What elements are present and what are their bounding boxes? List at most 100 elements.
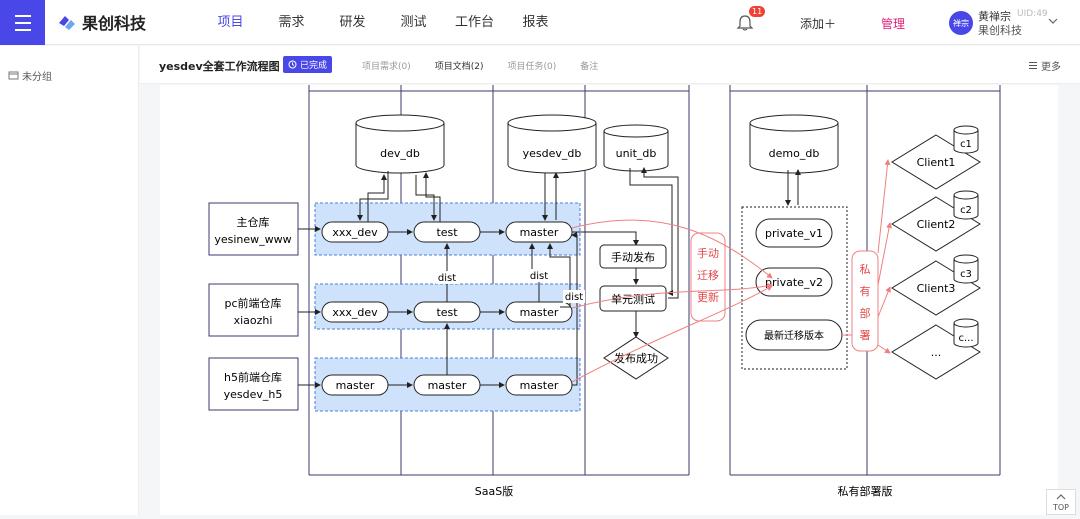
migrate-note: 手动 迁移 更新 (690, 232, 726, 322)
add-button[interactable]: 添加＋ (800, 15, 836, 32)
repo-pc-name: pc前端仓库 (224, 296, 281, 310)
list-icon (1029, 62, 1037, 69)
nav-item-test[interactable]: 测试 (383, 0, 444, 45)
doc-tabs: 项目需求(0) 项目文档(2) 项目任务(0) 备注 (362, 59, 598, 72)
client-4-db: c... (958, 333, 973, 344)
repo-h5-name: h5前端仓库 (224, 370, 282, 384)
top-bar: 果创科技 项目 需求 研发 测试 工作台 报表 11 添加＋ 管理 禅宗 黄禅宗… (0, 0, 1080, 45)
row3-branch-3: master (520, 379, 559, 392)
nav-item-workbench[interactable]: 工作台 (444, 0, 505, 45)
row2-branch-3: master (520, 306, 559, 319)
version-1: private_v1 (765, 227, 823, 240)
row1-branches: xxx_dev test master (321, 221, 573, 243)
logo-text: 果创科技 (82, 14, 147, 33)
sidebar-item-ungrouped[interactable]: 未分组 (8, 68, 52, 83)
sidebar-item-label: 未分组 (22, 72, 52, 83)
repo-h5-sub: yesdev_h5 (224, 388, 283, 401)
row3-branch-1: master (336, 379, 375, 392)
client-3: Client3 c3 (891, 254, 981, 316)
tab-notes[interactable]: 备注 (580, 59, 598, 72)
deploy-note-2: 有 (860, 284, 871, 298)
deploy-note-4: 署 (860, 329, 871, 342)
nav-item-report[interactable]: 报表 (505, 0, 566, 45)
migrate-note-1: 手动 (697, 246, 719, 260)
repo-pc-sub: xiaozhi (234, 314, 273, 327)
db-unit: unit_db (603, 124, 669, 172)
workflow-diagram: dev_db yesdev_db unit_db demo_db 主仓库 yes… (208, 85, 1001, 498)
step-unit-test: 单元测试 (611, 293, 655, 306)
logo[interactable]: 果创科技 (56, 10, 146, 34)
client-2-db: c2 (960, 205, 972, 216)
scroll-top-label: TOP (1052, 503, 1069, 512)
dist-label-1: dist (438, 273, 456, 284)
db-yesdev: yesdev_db (507, 114, 597, 174)
repo-pc: pc前端仓库 xiaozhi (208, 283, 299, 337)
row1-branch-3: master (520, 226, 559, 239)
doc-header: yesdev全套工作流程图 已完成 项目需求(0) 项目文档(2) 项目任务(0… (140, 46, 1080, 84)
version-2: private_v2 (765, 276, 823, 289)
status-badge[interactable]: 已完成 (283, 56, 333, 73)
deploy-note-3: 部 (860, 306, 871, 320)
repo-h5: h5前端仓库 yesdev_h5 (208, 357, 299, 411)
dist-label-3: dist (565, 292, 583, 303)
migrate-note-3: 更新 (697, 290, 719, 304)
repo-main-name: 主仓库 (237, 215, 270, 229)
chevron-down-icon[interactable] (1048, 16, 1058, 26)
folder-icon (8, 71, 19, 80)
nav-item-project[interactable]: 项目 (200, 0, 261, 45)
client-2-label: Client2 (917, 218, 956, 231)
row3-branch-2: master (428, 379, 467, 392)
client-3-label: Client3 (917, 282, 956, 295)
row2-branch-2: test (436, 306, 458, 319)
sidebar: 未分组 (0, 46, 139, 515)
clock-icon (288, 60, 297, 69)
status-label: 已完成 (300, 61, 328, 71)
user-company: 果创科技 (978, 24, 1022, 37)
row1-branch-2: test (436, 226, 458, 239)
nav-item-requirement[interactable]: 需求 (261, 0, 322, 45)
db-dev-label: dev_db (380, 147, 420, 160)
diagram-canvas: dev_db yesdev_db unit_db demo_db 主仓库 yes… (160, 85, 1058, 515)
deploy-note: 私 有 部 署 (851, 250, 879, 352)
section-saas-label: SaaS版 (475, 484, 513, 498)
more-button[interactable]: 更多 (1028, 58, 1061, 73)
user-uid: UID:49 (1017, 9, 1048, 19)
menu-icon[interactable] (0, 0, 45, 45)
row2-branches: xxx_dev test master (321, 301, 573, 323)
manage-link[interactable]: 管理 (881, 15, 905, 32)
db-demo: demo_db (749, 114, 839, 174)
scroll-top-button[interactable]: TOP (1046, 489, 1076, 515)
repo-main: 主仓库 yesinew_www (208, 202, 299, 256)
deploy-note-1: 私 (860, 263, 871, 276)
step-release-success: 发布成功 (614, 351, 658, 365)
bell-icon[interactable] (736, 14, 754, 32)
tab-documents[interactable]: 项目文档(2) (435, 59, 484, 72)
client-1-db: c1 (960, 139, 972, 150)
saas-steps: 手动发布 单元测试 发布成功 (599, 244, 669, 380)
tab-requirements[interactable]: 项目需求(0) (362, 59, 411, 72)
row3-branches: master master master (321, 374, 573, 396)
more-label: 更多 (1041, 62, 1061, 73)
step-manual-release: 手动发布 (611, 250, 655, 264)
db-dev: dev_db (355, 114, 445, 174)
migrate-note-2: 迁移 (697, 269, 719, 282)
client-1: Client1 c1 (891, 125, 981, 190)
client-4-label: ... (931, 346, 942, 359)
dist-label-2: dist (530, 271, 548, 282)
section-private-label: 私有部署版 (838, 484, 893, 498)
page-title: yesdev全套工作流程图 (159, 60, 280, 73)
repo-main-sub: yesinew_www (214, 233, 291, 246)
client-4: ... c... (891, 318, 981, 380)
row1-branch-1: xxx_dev (332, 226, 378, 239)
tab-tasks[interactable]: 项目任务(0) (508, 59, 557, 72)
db-yesdev-label: yesdev_db (523, 147, 582, 160)
main-nav: 项目 需求 研发 测试 工作台 报表 (200, 0, 566, 45)
chevron-up-icon (1056, 494, 1066, 500)
private-versions: private_v1 private_v2 最新迁移版本 (741, 206, 848, 370)
db-unit-label: unit_db (616, 147, 657, 160)
notification-badge: 11 (749, 6, 766, 17)
client-1-label: Client1 (917, 156, 956, 169)
client-3-db: c3 (960, 269, 972, 280)
nav-item-dev[interactable]: 研发 (322, 0, 383, 45)
avatar[interactable]: 禅宗 (949, 11, 973, 35)
